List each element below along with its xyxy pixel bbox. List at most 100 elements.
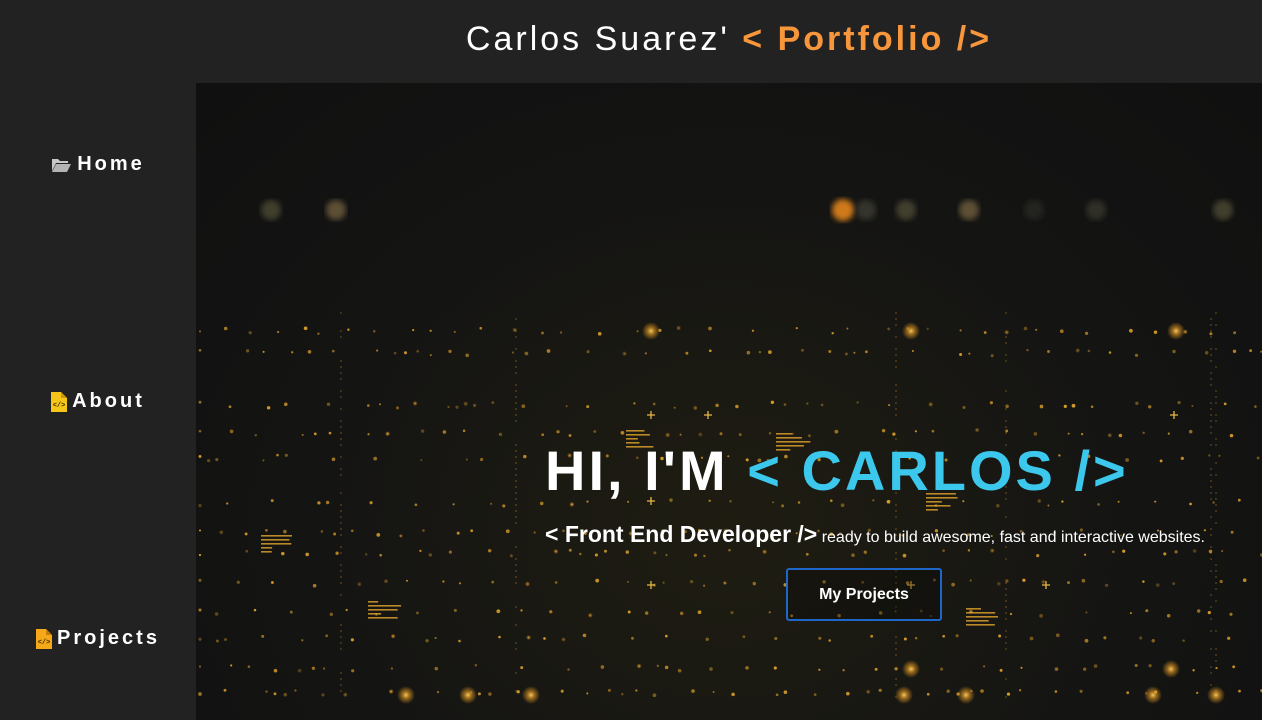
light-dot bbox=[515, 360, 517, 362]
light-dot bbox=[1210, 408, 1212, 410]
light-dot bbox=[1192, 548, 1198, 554]
site-title-prefix: Carlos Suarez' bbox=[465, 20, 730, 58]
light-dot bbox=[456, 531, 460, 535]
light-dot bbox=[453, 608, 457, 612]
light-dot bbox=[773, 666, 777, 670]
code-file-icon: </> bbox=[51, 391, 68, 412]
light-dot bbox=[1151, 638, 1155, 643]
light-dot bbox=[515, 486, 517, 488]
light-dot bbox=[1215, 438, 1217, 440]
light-dot bbox=[1196, 691, 1199, 695]
light-dot bbox=[768, 432, 772, 435]
light-dot bbox=[1210, 420, 1212, 422]
light-dot bbox=[983, 331, 987, 334]
code-glyph bbox=[966, 624, 995, 626]
light-dot bbox=[1145, 609, 1149, 613]
code-glyph bbox=[261, 551, 272, 553]
light-dot bbox=[895, 510, 897, 512]
light-dot bbox=[1212, 501, 1215, 504]
light-dot bbox=[652, 693, 657, 698]
light-dot bbox=[1005, 342, 1007, 344]
light-dot bbox=[340, 408, 342, 410]
light-dot bbox=[533, 531, 536, 534]
light-dot bbox=[340, 570, 342, 572]
light-dot bbox=[261, 634, 265, 638]
light-dot bbox=[895, 678, 897, 680]
svg-text:</>: </> bbox=[38, 639, 51, 647]
light-dot bbox=[621, 351, 628, 357]
light-dot bbox=[635, 689, 638, 692]
my-projects-button[interactable]: My Projects bbox=[786, 568, 942, 621]
light-dot bbox=[311, 666, 316, 671]
light-dot bbox=[416, 349, 420, 353]
light-dot bbox=[1090, 405, 1094, 408]
light-dot bbox=[262, 459, 265, 462]
sidebar-item-about[interactable]: </> About bbox=[0, 390, 196, 413]
sidebar-item-projects[interactable]: </> Projects bbox=[0, 627, 196, 650]
light-dot bbox=[834, 429, 839, 434]
light-dot bbox=[340, 360, 342, 362]
light-dot bbox=[340, 516, 342, 518]
light-dot bbox=[369, 501, 373, 505]
light-dot bbox=[326, 402, 331, 407]
light-dot bbox=[1172, 582, 1176, 585]
light-dot bbox=[851, 553, 855, 557]
light-dot bbox=[781, 504, 785, 508]
light-dot bbox=[340, 534, 342, 536]
light-dot bbox=[515, 648, 517, 650]
light-dot bbox=[1215, 576, 1217, 578]
light-dot bbox=[198, 400, 202, 404]
light-dot bbox=[942, 549, 945, 552]
hero-name: < CARLOS /> bbox=[747, 439, 1129, 502]
sparkle bbox=[647, 411, 655, 419]
light-dot bbox=[515, 372, 517, 374]
light-dot bbox=[955, 634, 959, 638]
light-dot bbox=[1033, 432, 1038, 436]
light-dot bbox=[1215, 600, 1217, 602]
light-dot bbox=[1005, 579, 1009, 583]
light-dot bbox=[828, 639, 831, 642]
light-dot bbox=[546, 349, 551, 353]
light-dot bbox=[1223, 402, 1227, 406]
light-dot bbox=[1059, 329, 1064, 334]
light-dot bbox=[1210, 630, 1212, 632]
light-dot bbox=[1210, 648, 1212, 650]
light-dot bbox=[594, 553, 598, 557]
code-glyph bbox=[261, 547, 273, 549]
light-dot bbox=[723, 581, 727, 585]
light-dot bbox=[762, 549, 768, 555]
glow-light bbox=[957, 686, 975, 704]
light-dot bbox=[1035, 328, 1038, 331]
light-dot bbox=[364, 553, 368, 556]
light-dot bbox=[888, 404, 891, 407]
light-dot bbox=[831, 331, 834, 335]
light-dot bbox=[1005, 390, 1007, 392]
light-dot bbox=[1219, 579, 1223, 584]
light-dot bbox=[479, 326, 483, 330]
light-dot bbox=[448, 550, 452, 554]
light-dot bbox=[350, 529, 354, 533]
light-dot bbox=[412, 400, 418, 406]
light-dot bbox=[895, 366, 897, 368]
light-dot bbox=[198, 665, 202, 668]
light-dot bbox=[479, 457, 484, 462]
site-title-accent: < Portfolio /> bbox=[742, 20, 993, 58]
light-dot bbox=[846, 327, 849, 330]
light-dot bbox=[442, 580, 445, 583]
light-dot bbox=[515, 498, 517, 500]
light-dot bbox=[283, 692, 288, 697]
light-dot bbox=[844, 352, 848, 356]
light-dot bbox=[560, 636, 567, 643]
light-dot bbox=[625, 550, 629, 554]
light-dot bbox=[1005, 404, 1009, 409]
light-dot bbox=[328, 431, 332, 435]
light-dot bbox=[317, 332, 320, 335]
folder-open-icon bbox=[51, 157, 72, 173]
light-dot bbox=[895, 318, 897, 320]
sidebar-item-home[interactable]: Home bbox=[0, 153, 196, 176]
light-dot bbox=[462, 429, 466, 433]
light-dot bbox=[664, 634, 668, 638]
light-dot bbox=[320, 530, 324, 533]
light-dot bbox=[895, 504, 897, 506]
light-dot bbox=[375, 349, 379, 352]
